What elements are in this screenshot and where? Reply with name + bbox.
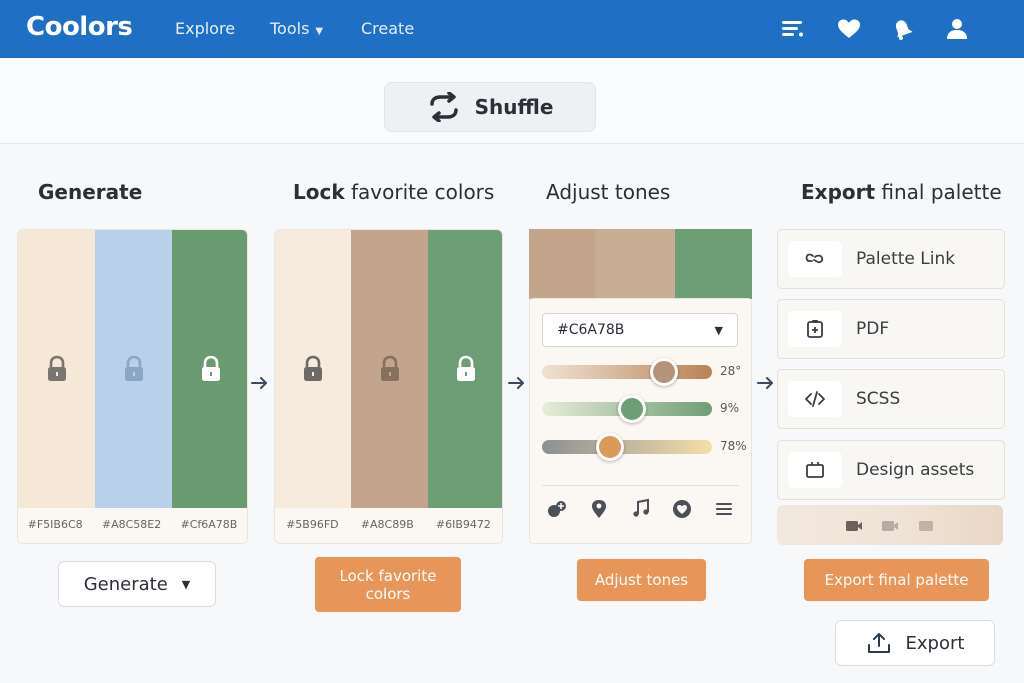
- export-design-assets[interactable]: Design assets: [777, 440, 1005, 500]
- color-codes-row: #F5IB6C8 #A8C58E2 #Cf6A78B: [18, 505, 247, 543]
- palette-swatch[interactable]: [275, 230, 351, 508]
- chevron-down-icon: ▼: [181, 577, 191, 591]
- adjust-tools-row: [542, 495, 739, 523]
- color-code[interactable]: #F5IB6C8: [28, 518, 83, 531]
- lock-palette-card: #5B96FD #A8C89B #6IB9472: [274, 229, 503, 544]
- adjust-tones-panel: #C6A78B ▼ 28° 9% 78%: [529, 298, 752, 544]
- lock-icon[interactable]: [199, 355, 223, 383]
- export-palette-link[interactable]: Palette Link: [777, 229, 1005, 289]
- palette-swatch[interactable]: [95, 230, 172, 508]
- list-icon[interactable]: [713, 498, 735, 520]
- brightness-value: 78%: [720, 439, 747, 453]
- video-camera-icon[interactable]: [845, 518, 863, 532]
- hue-slider[interactable]: [542, 358, 712, 386]
- nav-tools[interactable]: Tools ▼: [270, 19, 323, 38]
- export-scss[interactable]: SCSS: [777, 369, 1005, 429]
- video-camera-icon[interactable]: [881, 518, 899, 532]
- heart-circle-icon[interactable]: [671, 498, 693, 520]
- export-pdf[interactable]: PDF: [777, 299, 1005, 359]
- palette-swatch[interactable]: [529, 229, 595, 299]
- location-pin-icon[interactable]: [588, 498, 610, 520]
- user-profile-icon[interactable]: [944, 17, 970, 41]
- palette-swatch[interactable]: [595, 229, 675, 299]
- code-icon: [805, 391, 825, 407]
- divider: [542, 485, 739, 486]
- palette-swatch[interactable]: [428, 230, 502, 508]
- music-note-icon[interactable]: [630, 498, 652, 520]
- color-code[interactable]: #6IB9472: [436, 518, 491, 531]
- notification-bell-icon[interactable]: [890, 17, 916, 41]
- slider-knob[interactable]: [618, 395, 647, 423]
- export-format-strip: [777, 505, 1003, 545]
- hue-value: 28°: [720, 364, 742, 378]
- menu-list-icon[interactable]: [780, 17, 806, 41]
- add-color-icon[interactable]: [546, 498, 568, 520]
- hex-color-select[interactable]: #C6A78B ▼: [542, 313, 738, 347]
- saturation-value: 9%: [720, 401, 740, 415]
- generate-palette-card: #F5IB6C8 #A8C58E2 #Cf6A78B: [17, 229, 248, 544]
- lock-icon[interactable]: [122, 355, 146, 383]
- saturation-slider[interactable]: [542, 395, 712, 423]
- heart-icon[interactable]: [836, 17, 862, 41]
- heading-generate: Generate: [38, 180, 143, 204]
- chevron-down-icon: ▼: [315, 26, 324, 37]
- shuffle-button[interactable]: Shuffle: [384, 82, 596, 132]
- color-code[interactable]: #5B96FD: [286, 518, 339, 531]
- lock-icon[interactable]: [378, 355, 402, 383]
- palette-swatch[interactable]: [18, 230, 95, 508]
- lock-icon[interactable]: [301, 355, 325, 383]
- heading-export: Export final palette: [801, 180, 1002, 204]
- adjust-preview-swatches: [529, 229, 752, 299]
- nav-explore[interactable]: Explore: [175, 19, 235, 38]
- lock-icon[interactable]: [45, 355, 69, 383]
- shuffle-icon: [429, 92, 458, 122]
- color-code[interactable]: #Cf6A78B: [181, 518, 238, 531]
- top-nav: Coolors Explore Tools ▼ Create: [0, 0, 1024, 58]
- pdf-file-icon: [807, 320, 823, 338]
- generate-button[interactable]: Generate ▼: [58, 561, 216, 607]
- upload-icon: [867, 633, 890, 653]
- palette-swatch[interactable]: [675, 229, 752, 299]
- shuffle-label: Shuffle: [474, 95, 554, 119]
- export-button[interactable]: Export: [835, 620, 995, 666]
- arrow-right-icon: [508, 376, 526, 390]
- link-icon: [805, 253, 824, 264]
- arrow-right-icon: [251, 376, 269, 390]
- color-code[interactable]: #A8C58E2: [102, 518, 161, 531]
- slider-knob[interactable]: [596, 433, 624, 461]
- palette-swatch[interactable]: [172, 230, 247, 508]
- slider-knob[interactable]: [650, 358, 679, 386]
- palette-swatch[interactable]: [351, 230, 428, 508]
- brightness-slider[interactable]: [542, 433, 712, 461]
- coolors-logo[interactable]: Coolors: [26, 12, 133, 42]
- heading-lock: Lock favorite colors: [293, 180, 495, 204]
- color-code[interactable]: #A8C89B: [361, 518, 414, 531]
- arrow-right-icon: [757, 376, 775, 390]
- color-codes-row: #5B96FD #A8C89B #6IB9472: [275, 505, 502, 543]
- nav-create[interactable]: Create: [361, 19, 414, 38]
- lock-favorite-colors-button[interactable]: Lock favorite colors: [315, 557, 461, 612]
- chevron-down-icon: ▼: [714, 323, 723, 337]
- tv-icon: [806, 462, 824, 478]
- adjust-tones-button[interactable]: Adjust tones: [577, 559, 706, 601]
- image-icon[interactable]: [917, 518, 935, 532]
- heading-adjust: Adjust tones: [546, 180, 671, 204]
- export-final-palette-button[interactable]: Export final palette: [804, 559, 989, 601]
- lock-icon[interactable]: [454, 355, 478, 383]
